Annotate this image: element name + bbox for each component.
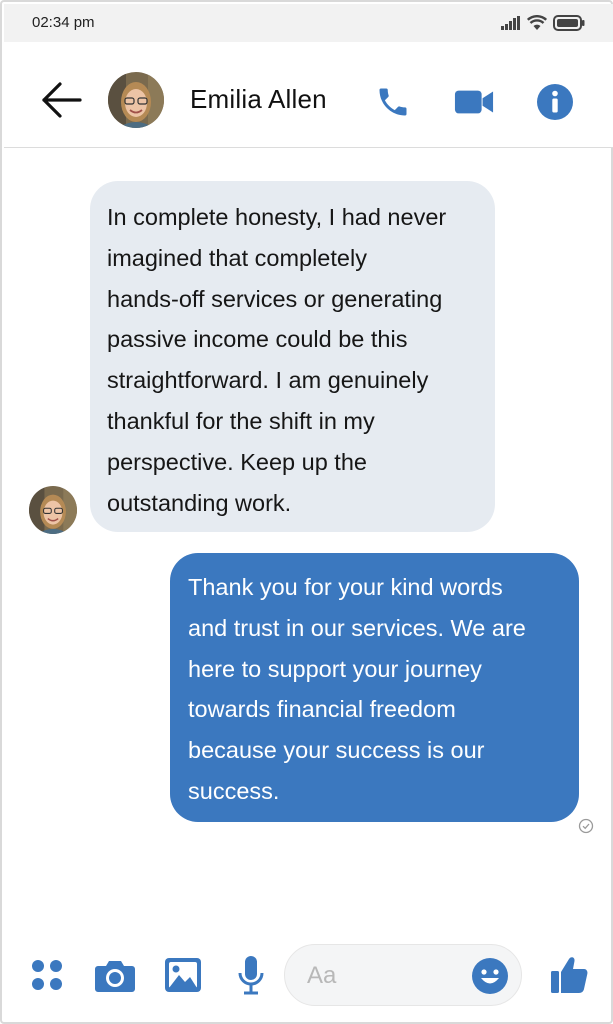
sent-check-icon — [578, 818, 594, 834]
like-button[interactable] — [548, 954, 590, 996]
chat-header: Emilia Allen — [4, 42, 613, 148]
phone-frame: 02:34 pm Emilia Allen In complete honest… — [0, 0, 613, 1024]
call-button[interactable] — [373, 82, 413, 122]
message-line: because your success is our — [188, 737, 485, 764]
thumbs-up-icon — [551, 957, 588, 993]
status-bar: 02:34 pm — [4, 4, 613, 42]
message-line: success. — [188, 777, 280, 804]
back-button[interactable] — [40, 80, 84, 120]
message-composer[interactable] — [284, 944, 522, 1006]
contact-name[interactable]: Emilia Allen — [190, 84, 327, 115]
wifi-icon — [527, 15, 547, 30]
message-line: and trust in our services. We are — [188, 614, 526, 641]
info-button[interactable] — [535, 82, 575, 122]
composer-bar — [4, 932, 613, 1018]
incoming-message-bubble[interactable]: In complete honesty, I had never imagine… — [90, 181, 495, 532]
battery-icon — [553, 15, 585, 31]
message-line: In complete honesty, I had never — [107, 204, 447, 230]
outgoing-message-text: Thank you for your kind words and trust … — [188, 567, 561, 812]
camera-button[interactable] — [94, 954, 136, 996]
apps-icon — [32, 960, 62, 990]
phone-icon — [379, 88, 407, 116]
video-camera-icon — [454, 90, 494, 114]
image-icon — [165, 958, 201, 992]
emoji-icon[interactable] — [471, 957, 509, 995]
status-icons — [501, 15, 585, 31]
message-line: here to support your journey — [188, 655, 482, 682]
camera-icon — [95, 961, 135, 992]
message-line: perspective. Keep up the — [107, 448, 367, 475]
contact-avatar[interactable] — [108, 72, 164, 128]
message-line: outstanding work. — [107, 489, 292, 516]
info-icon — [537, 84, 573, 120]
message-line: passive income could be this — [107, 326, 408, 353]
status-time: 02:34 pm — [32, 14, 95, 31]
message-line: hands-off services or generating — [107, 285, 443, 312]
gallery-button[interactable] — [162, 954, 204, 996]
message-input[interactable] — [307, 959, 477, 993]
voice-button[interactable] — [230, 954, 272, 996]
message-line: Thank you for your kind words — [188, 574, 503, 600]
incoming-message-text: In complete honesty, I had never imagine… — [107, 197, 477, 523]
signal-icon — [501, 16, 520, 30]
message-line: straightforward. I am genuinely — [107, 367, 429, 394]
message-line: thankful for the shift in my — [107, 407, 375, 434]
message-line: towards financial freedom — [188, 696, 456, 723]
sender-avatar[interactable] — [29, 486, 77, 534]
microphone-icon — [238, 956, 264, 995]
apps-button[interactable] — [26, 954, 68, 996]
back-arrow-icon — [42, 82, 82, 118]
video-call-button[interactable] — [454, 82, 494, 122]
outgoing-message-bubble[interactable]: Thank you for your kind words and trust … — [170, 553, 579, 822]
message-line: imagined that completely — [107, 244, 367, 271]
